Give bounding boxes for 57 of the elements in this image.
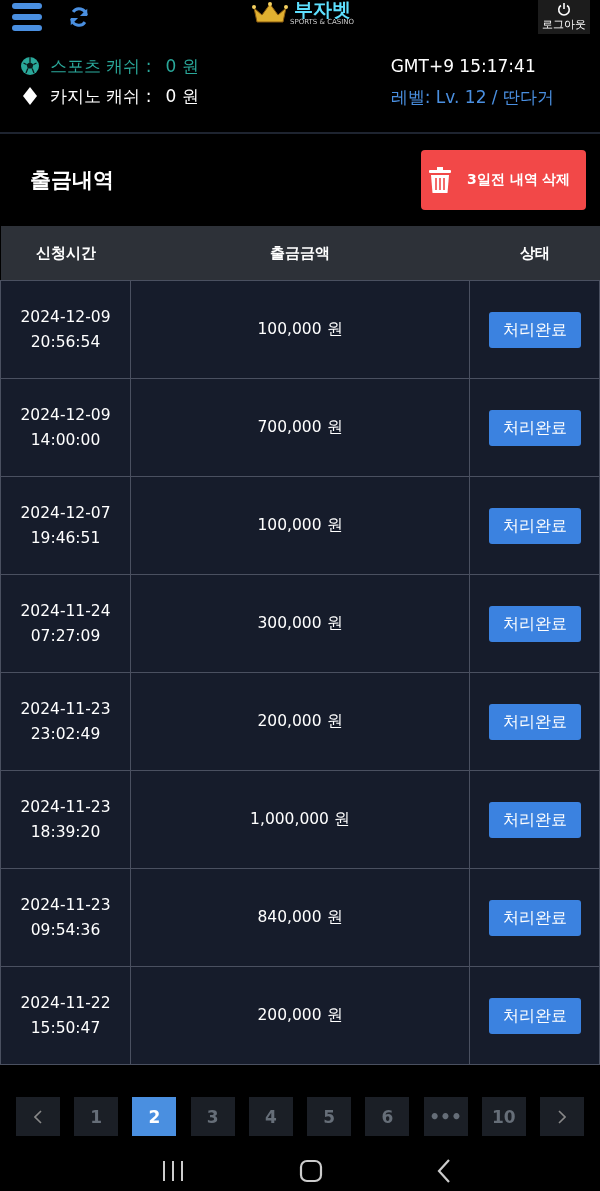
cash-value: 0 원 — [165, 84, 199, 108]
status-badge: 처리완료 — [488, 997, 581, 1034]
cash-label: 카지노 캐쉬 : — [50, 84, 152, 108]
status-badge: 처리완료 — [488, 507, 581, 544]
power-icon — [556, 2, 572, 16]
chevron-right-icon — [557, 1109, 566, 1124]
column-header: 상태 — [469, 226, 600, 281]
menu-icon[interactable] — [12, 3, 42, 31]
table-cell: 840,000 원 — [130, 868, 470, 967]
logout-button[interactable]: 로그아웃 — [538, 0, 590, 34]
status-badge: 처리완료 — [488, 311, 581, 348]
ball-icon — [20, 56, 40, 76]
table-cell: 2024-11-23 18:39:20 — [0, 770, 131, 869]
back-icon[interactable] — [437, 1159, 451, 1183]
status-badge: 처리완료 — [488, 605, 581, 642]
diamond-icon — [20, 86, 40, 106]
page-button[interactable]: ••• — [423, 1097, 468, 1136]
clock-text: GMT+9 15:17:41 — [390, 56, 537, 76]
status-badge: 처리완료 — [488, 801, 581, 838]
table-cell: 300,000 원 — [130, 574, 470, 673]
recent-apps-icon[interactable] — [161, 1160, 185, 1182]
table-cell: 1,000,000 원 — [130, 770, 470, 869]
table-cell: 2024-11-23 23:02:49 — [0, 672, 131, 771]
table-cell: 2024-11-22 15:50:47 — [0, 966, 131, 1065]
status-badge: 처리완료 — [488, 703, 581, 740]
page-button[interactable]: 1 — [74, 1097, 119, 1136]
logo-title: 부자벳 — [293, 0, 351, 19]
page-button[interactable]: 6 — [365, 1097, 410, 1136]
level-text: 레벨: Lv. 12 / 딴다거 — [390, 86, 554, 106]
page-button[interactable]: 10 — [481, 1097, 526, 1136]
table-cell: 2024-11-23 09:54:36 — [0, 868, 131, 967]
cash-label: 스포츠 캐쉬 : — [50, 54, 152, 78]
trash-icon — [429, 167, 451, 193]
crown-icon — [252, 2, 288, 24]
page-button[interactable]: 5 — [307, 1097, 352, 1136]
table-cell: 2024-11-24 07:27:09 — [0, 574, 131, 673]
home-icon[interactable] — [299, 1159, 323, 1183]
page-button[interactable]: 2 — [132, 1097, 177, 1136]
table-cell: 2024-12-09 20:56:54 — [0, 280, 131, 379]
table-cell: 2024-12-09 14:00:00 — [0, 378, 131, 477]
status-badge: 처리완료 — [488, 899, 581, 936]
chevron-left-icon — [34, 1109, 42, 1124]
delete-button[interactable]: 3일전 내역 삭제 — [421, 150, 586, 210]
status-badge: 처리완료 — [488, 409, 581, 446]
page-button[interactable]: 3 — [190, 1097, 235, 1136]
table-cell: 100,000 원 — [130, 280, 470, 379]
table-cell: 200,000 원 — [130, 672, 470, 771]
table-cell: 700,000 원 — [130, 378, 470, 477]
cash-value: 0 원 — [165, 54, 199, 78]
page-button[interactable]: 4 — [248, 1097, 293, 1136]
table-cell: 2024-12-07 19:46:51 — [0, 476, 131, 575]
table-cell: 100,000 원 — [130, 476, 470, 575]
page-title: 출금내역 — [30, 167, 114, 194]
refresh-icon[interactable] — [68, 6, 90, 28]
column-header: 출금금액 — [130, 226, 470, 281]
column-header: 신청시간 — [0, 226, 131, 281]
table-cell: 200,000 원 — [130, 966, 470, 1065]
